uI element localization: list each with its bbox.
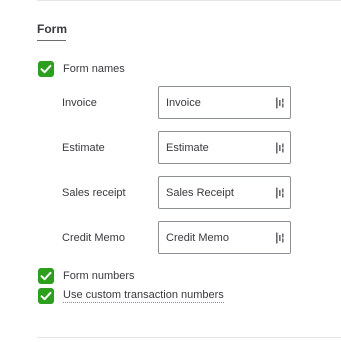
checkmark-icon xyxy=(40,291,52,301)
form-numbers-checkbox[interactable] xyxy=(38,268,54,284)
field-row-estimate: Estimate Estimate xyxy=(62,131,292,164)
text-cursor-icon xyxy=(276,97,284,108)
estimate-name-input[interactable]: Estimate xyxy=(158,131,291,164)
checkmark-icon xyxy=(40,64,52,74)
text-cursor-icon xyxy=(276,232,284,243)
checkmark-icon xyxy=(40,271,52,281)
field-label-invoice: Invoice xyxy=(62,96,97,109)
sales-receipt-name-value: Sales Receipt xyxy=(166,186,234,199)
field-row-sales-receipt: Sales receipt Sales Receipt xyxy=(62,176,292,209)
credit-memo-name-value: Credit Memo xyxy=(166,231,229,244)
field-label-sales-receipt: Sales receipt xyxy=(62,186,126,199)
text-cursor-icon xyxy=(276,142,284,153)
invoice-name-value: Invoice xyxy=(166,96,201,109)
sales-receipt-name-input[interactable]: Sales Receipt xyxy=(158,176,291,209)
custom-transaction-numbers-checkbox[interactable] xyxy=(38,288,54,304)
field-label-credit-memo: Credit Memo xyxy=(62,231,125,244)
credit-memo-name-input[interactable]: Credit Memo xyxy=(158,221,291,254)
custom-transaction-numbers-option[interactable]: Use custom transaction numbers xyxy=(38,288,224,304)
estimate-name-value: Estimate xyxy=(166,141,209,154)
section-top-divider xyxy=(37,0,341,1)
form-numbers-label: Form numbers xyxy=(63,270,135,282)
invoice-name-input[interactable]: Invoice xyxy=(158,86,291,119)
form-numbers-option[interactable]: Form numbers xyxy=(38,268,135,284)
form-names-option[interactable]: Form names xyxy=(38,61,125,77)
section-bottom-divider xyxy=(37,337,341,338)
section-title-underline xyxy=(37,40,66,41)
section-title: Form xyxy=(37,22,67,36)
field-row-invoice: Invoice Invoice xyxy=(62,86,292,119)
form-names-label: Form names xyxy=(63,63,125,75)
text-cursor-icon xyxy=(276,187,284,198)
form-names-checkbox[interactable] xyxy=(38,61,54,77)
field-label-estimate: Estimate xyxy=(62,141,105,154)
field-row-credit-memo: Credit Memo Credit Memo xyxy=(62,221,292,254)
custom-transaction-numbers-label[interactable]: Use custom transaction numbers xyxy=(63,289,224,303)
